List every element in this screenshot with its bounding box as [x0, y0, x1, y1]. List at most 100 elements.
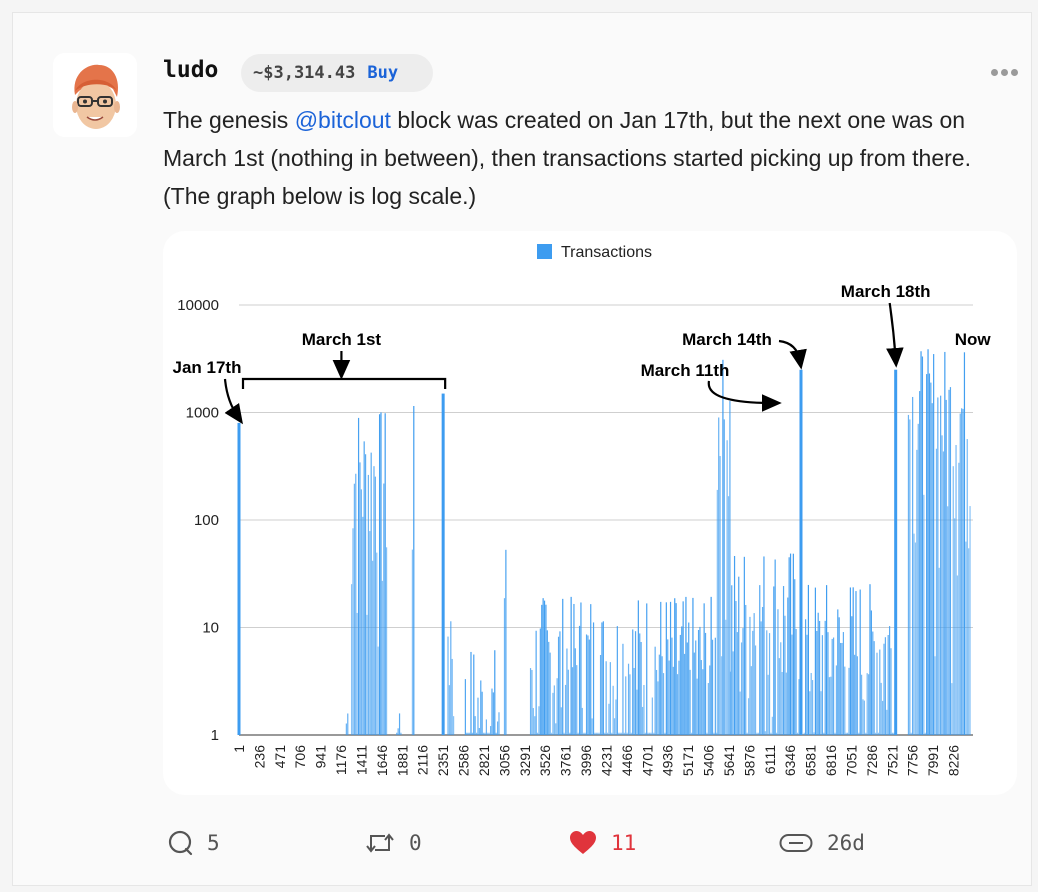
transaction-bar	[601, 622, 603, 735]
x-tick-label: 5876	[741, 745, 757, 776]
transaction-bar	[491, 688, 493, 735]
like-action[interactable]: 11	[569, 821, 636, 865]
x-tick-label: 941	[313, 745, 329, 769]
transaction-bar	[716, 489, 718, 735]
transaction-bar	[942, 451, 945, 735]
transaction-bar	[788, 557, 790, 735]
transaction-bar	[604, 732, 606, 735]
transaction-bar	[760, 621, 762, 735]
legend-swatch	[537, 244, 552, 259]
avatar[interactable]	[53, 53, 137, 137]
coin-price-pill[interactable]: ~$3,314.43 Buy	[241, 54, 433, 92]
transaction-bar	[630, 732, 632, 735]
transaction-bar	[650, 732, 652, 735]
transaction-bar	[880, 682, 882, 735]
transaction-bar	[588, 639, 590, 735]
transaction-bar	[955, 445, 957, 735]
transaction-bar	[945, 399, 947, 735]
x-tick-label: 7051	[843, 745, 859, 776]
transaction-bar	[613, 718, 616, 735]
transaction-bar	[813, 732, 815, 735]
transaction-bar	[363, 441, 365, 735]
transaction-bar	[485, 719, 487, 735]
transaction-bar	[794, 579, 796, 735]
transaction-bar	[580, 602, 582, 735]
annotation-arrow	[778, 339, 807, 370]
transaction-bar	[887, 635, 889, 735]
transaction-bar	[699, 626, 701, 735]
transaction-bar	[791, 634, 793, 735]
x-tick-label: 1881	[394, 745, 410, 776]
transaction-bar	[381, 580, 383, 735]
transaction-bar	[792, 553, 794, 735]
transaction-bar	[577, 732, 579, 735]
transaction-bar	[450, 621, 452, 735]
transaction-bar	[811, 680, 814, 735]
transaction-bar	[697, 629, 700, 735]
transaction-bar	[384, 413, 386, 735]
transaction-bar	[711, 639, 714, 735]
transaction-bar	[529, 668, 532, 735]
comment-action[interactable]: 5	[167, 821, 220, 865]
transaction-bar	[357, 417, 360, 735]
transaction-bar	[736, 632, 738, 735]
post-body: The genesis @bitclout block was created …	[163, 101, 1023, 215]
transaction-bar	[489, 726, 492, 735]
post-age: 26d	[827, 831, 865, 855]
transaction-bar	[620, 732, 623, 735]
transaction-bar	[619, 732, 621, 735]
x-tick-label: 236	[251, 745, 267, 769]
y-tick-label: 10	[202, 620, 219, 637]
transaction-bar	[700, 660, 702, 735]
transaction-bar	[478, 727, 480, 735]
x-tick-label: 4231	[598, 745, 614, 776]
transaction-bar	[578, 625, 581, 735]
transaction-bar	[753, 613, 755, 735]
reclout-action[interactable]: 0	[365, 821, 422, 865]
x-tick-label: 3996	[578, 745, 594, 776]
transaction-bar	[447, 636, 449, 735]
x-tick-label: 1411	[353, 745, 369, 775]
transaction-bar	[820, 691, 822, 735]
transaction-bar	[909, 419, 911, 735]
transaction-bar	[920, 351, 922, 735]
more-options-icon[interactable]	[991, 67, 1019, 77]
transaction-bar	[359, 462, 361, 735]
transaction-bar	[608, 703, 610, 735]
transaction-bar	[933, 354, 935, 735]
buy-button[interactable]: Buy	[367, 63, 398, 83]
transaction-bar	[496, 721, 499, 735]
annotation-label: Now	[955, 330, 992, 349]
transaction-bar	[773, 586, 775, 735]
transaction-bar	[839, 642, 842, 735]
transaction-bar	[927, 349, 929, 735]
transaction-bar	[810, 672, 812, 735]
transaction-bar	[662, 673, 665, 735]
reclout-icon	[366, 833, 394, 853]
transaction-bar	[709, 665, 711, 735]
transaction-bar	[373, 466, 375, 735]
username[interactable]: ludo	[163, 57, 218, 83]
transaction-bar	[778, 658, 780, 735]
transaction-bar	[740, 642, 743, 735]
transaction-bar	[615, 699, 617, 735]
link-action[interactable]: 26d	[779, 821, 865, 865]
transaction-bar	[834, 732, 836, 735]
mention-link[interactable]: @bitclout	[295, 107, 391, 133]
transaction-bar	[831, 638, 833, 735]
transaction-bar	[657, 681, 659, 735]
transaction-bar	[726, 440, 728, 735]
transaction-bar	[467, 732, 469, 735]
transaction-bar	[683, 653, 686, 735]
chart-image[interactable]: 1 10 100 1000 10000 1 236 471 706 941 1176 1411 1646…	[163, 231, 1017, 795]
transaction-bar	[692, 597, 694, 735]
transaction-bar	[468, 732, 471, 735]
transaction-bar	[814, 587, 816, 735]
transaction-bar	[591, 718, 593, 735]
transaction-bar	[935, 448, 938, 735]
transaction-bar	[890, 648, 892, 735]
transaction-bar	[587, 635, 589, 735]
transaction-bar	[735, 601, 737, 735]
transaction-bar	[952, 466, 954, 735]
transaction-bar	[966, 439, 968, 735]
